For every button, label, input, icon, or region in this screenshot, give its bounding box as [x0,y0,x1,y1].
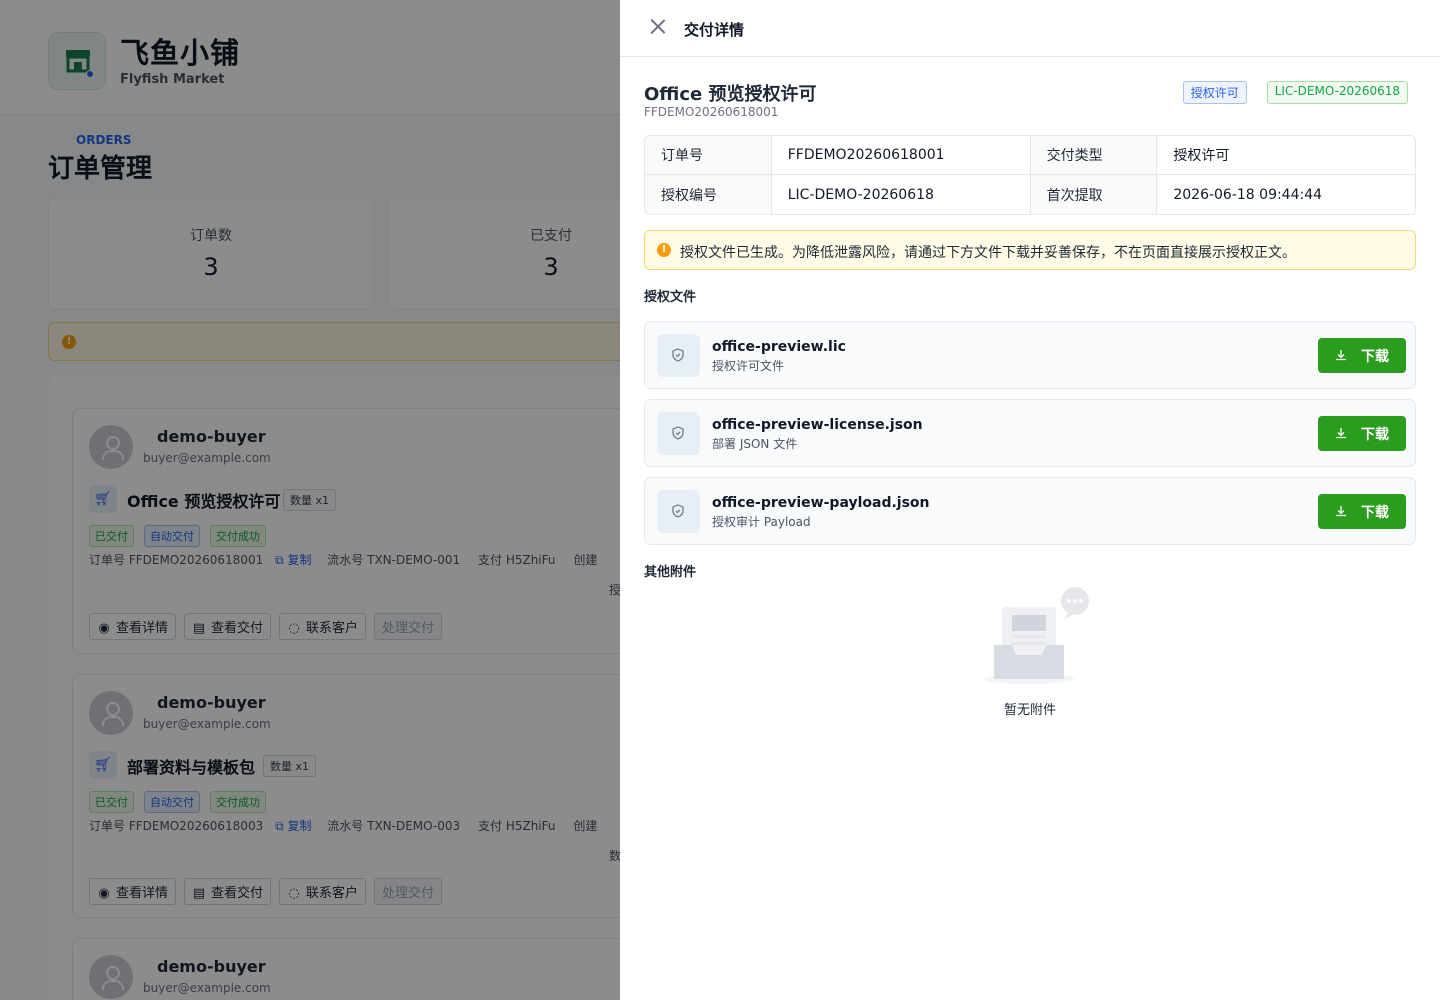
desc-row: 授权编号 LIC-DEMO-20260618 首次提取 2026-06-18 0… [645,175,1415,214]
download-button[interactable]: 下载 [1318,416,1406,451]
drawer-overlay-mask[interactable] [0,0,620,1000]
license-files-title: 授权文件 [644,290,697,305]
shield-icon [657,412,700,455]
header-tags: 授权许可 LIC-DEMO-20260618 [1182,81,1408,104]
file-name: office-preview-payload.json [712,495,930,511]
delivery-detail-drawer: 交付详情 Office 预览授权许可 FFDEMO20260618001 授权许… [620,0,1440,1000]
license-id-badge: LIC-DEMO-20260618 [1266,81,1408,104]
desc-row: 订单号 FFDEMO20260618001 交付类型 授权许可 [645,136,1415,175]
security-notice: ! 授权文件已生成。为降低泄露风险，请通过下方文件下载并妥善保存，不在页面直接展… [644,230,1416,270]
shield-icon [657,490,700,533]
desc-value: 2026-06-18 09:44:44 [1173,186,1323,203]
drawer-header: 交付详情 [620,0,1440,57]
download-icon [1336,506,1346,517]
desc-value: LIC-DEMO-20260618 [772,175,1031,214]
delivery-descriptions: 订单号 FFDEMO20260618001 交付类型 授权许可 授权编号 LIC… [644,135,1416,215]
notice-text: 授权文件已生成。为降低泄露风险，请通过下方文件下载并妥善保存，不在页面直接展示授… [680,245,1296,261]
file-type: 部署 JSON 文件 [712,437,798,451]
desc-label: 订单号 [645,136,772,175]
download-button[interactable]: 下载 [1318,338,1406,373]
download-icon [1336,428,1346,439]
file-type: 授权审计 Payload [712,515,811,529]
warning-icon: ! [657,243,671,257]
empty-state-text: 暂无附件 [1003,703,1056,718]
other-attachments-title: 其他附件 [644,565,697,580]
file-name: office-preview.lic [712,339,846,355]
desc-value: 授权许可 [1157,136,1415,175]
desc-label: 首次提取 [1030,175,1158,214]
product-title: Office 预览授权许可 [644,84,817,105]
file-item: office-preview-payload.json 授权审计 Payload… [644,477,1416,545]
empty-inbox-icon [984,587,1089,684]
order-number-subtitle: FFDEMO20260618001 [644,105,779,119]
file-item: office-preview-license.json 部署 JSON 文件 下… [644,399,1416,467]
download-icon [1336,350,1346,361]
close-icon[interactable] [650,18,666,34]
delivery-type-badge: 授权许可 [1182,81,1247,104]
download-button[interactable]: 下载 [1318,494,1406,529]
desc-value: FFDEMO20260618001 [771,136,1031,175]
desc-label: 交付类型 [1030,136,1158,175]
shield-icon [657,334,700,377]
file-name: office-preview-license.json [712,417,923,433]
file-type: 授权许可文件 [712,359,785,373]
file-item: office-preview.lic 授权许可文件 下载 [644,321,1416,389]
desc-label: 授权编号 [645,175,772,214]
drawer-title: 交付详情 [684,21,745,39]
